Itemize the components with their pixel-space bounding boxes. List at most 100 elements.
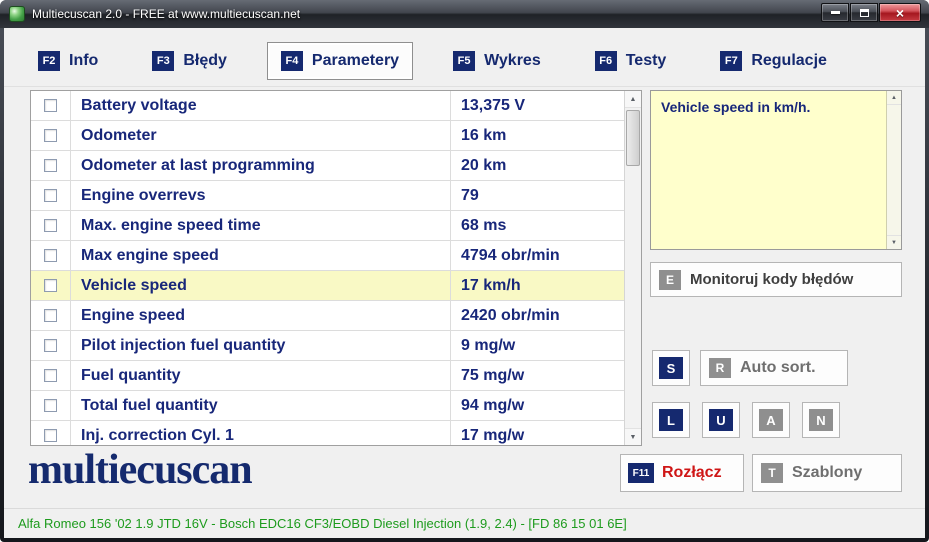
table-row[interactable]: Fuel quantity 75 mg/w [31,361,624,391]
row-checkbox[interactable] [44,219,57,232]
s-key-badge: S [659,357,683,379]
param-value: 20 km [451,151,624,180]
caption-buttons: × [821,3,921,22]
scroll-up-icon: ▲ [630,96,637,103]
param-name: Odometer at last programming [71,151,451,180]
info-scrollbar[interactable]: ▲ ▼ [886,91,901,249]
fkey-badge: F4 [281,51,303,71]
n-key-badge: N [809,409,833,431]
param-value: 2420 obr/min [451,301,624,330]
row-checkbox[interactable] [44,249,57,262]
row-checkbox[interactable] [44,99,57,112]
s-button[interactable]: S [652,350,690,386]
scroll-down-icon: ▼ [891,240,897,246]
row-checkbox[interactable] [44,399,57,412]
window-title: Multiecuscan 2.0 - FREE at www.multiecus… [32,7,300,21]
param-name: Engine speed [71,301,451,330]
table-row-selected[interactable]: Vehicle speed 17 km/h [31,271,624,301]
status-bar: Alfa Romeo 156 '02 1.9 JTD 16V - Bosch E… [4,508,925,538]
param-name: Engine overrevs [71,181,451,210]
param-value: 13,375 V [451,91,624,120]
close-icon: × [896,6,904,20]
disconnect-button[interactable]: F11 Rozłącz [620,454,744,492]
r-key-badge: R [709,358,731,378]
monitor-error-codes-button[interactable]: E Monitoruj kody błędów [650,262,902,297]
param-value: 79 [451,181,624,210]
tab-errors[interactable]: F3 Błędy [138,42,241,80]
info-text: Vehicle speed in km/h. [651,91,901,123]
tab-info[interactable]: F2 Info [24,42,112,80]
row-checkbox[interactable] [44,129,57,142]
scroll-up-button[interactable]: ▲ [887,91,901,105]
param-value: 17 km/h [451,271,624,300]
fkey-badge: F5 [453,51,475,71]
table-row[interactable]: Odometer at last programming 20 km [31,151,624,181]
client-area: F2 Info F3 Błędy F4 Parametery F5 Wykres… [4,28,925,538]
table-row[interactable]: Pilot injection fuel quantity 9 mg/w [31,331,624,361]
param-name: Fuel quantity [71,361,451,390]
row-checkbox[interactable] [44,369,57,382]
e-key-badge: E [659,270,681,290]
tab-underline [4,86,925,87]
param-value: 68 ms [451,211,624,240]
tab-chart[interactable]: F5 Wykres [439,42,555,80]
param-name: Pilot injection fuel quantity [71,331,451,360]
scroll-thumb[interactable] [626,110,640,166]
maximize-icon [860,9,869,17]
close-button[interactable]: × [879,3,921,22]
row-checkbox[interactable] [44,279,57,292]
param-value: 9 mg/w [451,331,624,360]
minimize-button[interactable] [821,3,849,22]
scroll-up-button[interactable]: ▲ [625,91,641,108]
scroll-up-icon: ▲ [891,95,897,101]
tab-tests[interactable]: F6 Testy [581,42,681,80]
multiecuscan-logo: multiecuscan [28,446,252,494]
fkey-badge: F2 [38,51,60,71]
vehicle-status-text: Alfa Romeo 156 '02 1.9 JTD 16V - Bosch E… [18,516,627,531]
u-button[interactable]: U [702,402,740,438]
row-checkbox[interactable] [44,309,57,322]
row-checkbox[interactable] [44,429,57,442]
scroll-down-icon: ▼ [630,434,637,441]
table-row[interactable]: Max. engine speed time 68 ms [31,211,624,241]
app-icon [9,6,25,22]
l-key-badge: L [659,409,683,431]
param-value: 75 mg/w [451,361,624,390]
app-window: Multiecuscan 2.0 - FREE at www.multiecus… [0,0,929,542]
param-value: 17 mg/w [451,421,624,445]
param-name: Total fuel quantity [71,391,451,420]
parameter-rows: Battery voltage 13,375 V Odometer 16 km … [31,91,624,445]
n-button[interactable]: N [802,402,840,438]
u-key-badge: U [709,409,733,431]
table-row[interactable]: Inj. correction Cyl. 1 17 mg/w [31,421,624,445]
row-checkbox[interactable] [44,159,57,172]
a-key-badge: A [759,409,783,431]
table-scrollbar[interactable]: ▲ ▼ [624,91,641,445]
param-value: 16 km [451,121,624,150]
table-row[interactable]: Total fuel quantity 94 mg/w [31,391,624,421]
row-checkbox[interactable] [44,189,57,202]
f11-key-badge: F11 [628,463,654,483]
table-row[interactable]: Engine speed 2420 obr/min [31,301,624,331]
maximize-button[interactable] [850,3,878,22]
title-bar: Multiecuscan 2.0 - FREE at www.multiecus… [0,0,929,28]
table-row[interactable]: Max engine speed 4794 obr/min [31,241,624,271]
templates-button[interactable]: T Szablony [752,454,902,492]
table-row[interactable]: Battery voltage 13,375 V [31,91,624,121]
t-key-badge: T [761,463,783,483]
tab-bar: F2 Info F3 Błędy F4 Parametery F5 Wykres… [24,36,841,86]
param-name: Max. engine speed time [71,211,451,240]
scroll-down-button[interactable]: ▼ [625,428,641,445]
param-name: Inj. correction Cyl. 1 [71,421,451,445]
scroll-down-button[interactable]: ▼ [887,235,901,249]
table-row[interactable]: Engine overrevs 79 [31,181,624,211]
l-button[interactable]: L [652,402,690,438]
table-row[interactable]: Odometer 16 km [31,121,624,151]
auto-sort-button[interactable]: R Auto sort. [700,350,848,386]
param-name: Odometer [71,121,451,150]
row-checkbox[interactable] [44,339,57,352]
tab-parameters[interactable]: F4 Parametery [267,42,413,80]
tab-adjustments[interactable]: F7 Regulacje [706,42,841,80]
minimize-icon [831,11,840,14]
a-button[interactable]: A [752,402,790,438]
